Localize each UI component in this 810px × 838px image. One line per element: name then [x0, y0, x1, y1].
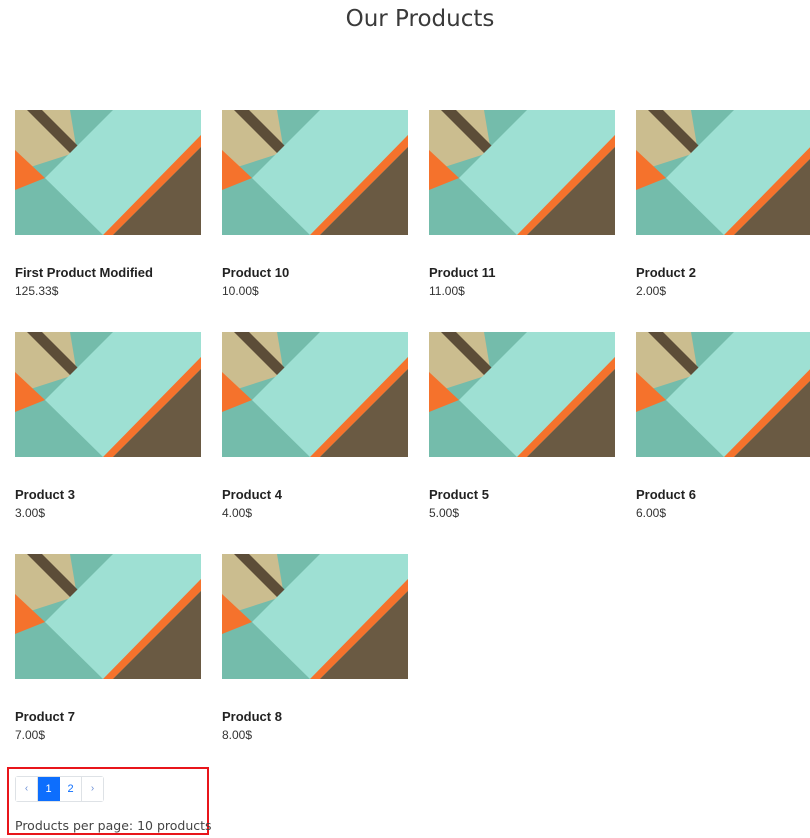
product-name[interactable]: Product 2 — [636, 265, 810, 280]
product-image[interactable] — [15, 332, 201, 457]
product-card[interactable]: Product 7 7.00$ — [15, 554, 201, 742]
pagination-page-2-button[interactable]: 2 — [60, 777, 82, 801]
product-name[interactable]: Product 5 — [429, 487, 615, 502]
product-image[interactable] — [222, 110, 408, 235]
product-image[interactable] — [222, 554, 408, 679]
product-card[interactable]: Product 10 10.00$ — [222, 110, 408, 298]
product-name[interactable]: Product 8 — [222, 709, 408, 724]
pagination-next-button[interactable]: › — [82, 777, 103, 801]
products-per-page-text: Products per page: 10 products — [15, 818, 212, 833]
product-name[interactable]: Product 10 — [222, 265, 408, 280]
product-price: 4.00$ — [222, 506, 253, 520]
pagination-page-1-button[interactable]: 1 — [38, 777, 60, 801]
product-price: 125.33$ — [15, 284, 59, 298]
pagination: ‹ 1 2 › — [15, 776, 104, 802]
product-image[interactable] — [15, 554, 201, 679]
product-name[interactable]: Product 3 — [15, 487, 201, 502]
product-card[interactable]: First Product Modified 125.33$ — [15, 110, 201, 298]
product-price: 7.00$ — [15, 728, 46, 742]
product-price: 3.00$ — [15, 506, 46, 520]
product-card[interactable]: Product 5 5.00$ — [429, 332, 615, 520]
product-price: 6.00$ — [636, 506, 667, 520]
product-image[interactable] — [222, 332, 408, 457]
product-card[interactable]: Product 11 11.00$ — [429, 110, 615, 298]
product-name[interactable]: Product 7 — [15, 709, 201, 724]
product-card[interactable]: Product 4 4.00$ — [222, 332, 408, 520]
product-price: 2.00$ — [636, 284, 667, 298]
product-name[interactable]: First Product Modified — [15, 265, 201, 280]
product-image[interactable] — [15, 110, 201, 235]
product-card[interactable]: Product 3 3.00$ — [15, 332, 201, 520]
product-image[interactable] — [429, 332, 615, 457]
product-card[interactable]: Product 2 2.00$ — [636, 110, 810, 298]
product-card[interactable]: Product 6 6.00$ — [636, 332, 810, 520]
product-price: 8.00$ — [222, 728, 253, 742]
product-card[interactable]: Product 8 8.00$ — [222, 554, 408, 742]
product-price: 5.00$ — [429, 506, 460, 520]
product-price: 11.00$ — [429, 284, 465, 298]
page-title: Our Products — [345, 6, 495, 32]
product-image[interactable] — [636, 110, 810, 235]
product-image[interactable] — [429, 110, 615, 235]
product-image[interactable] — [636, 332, 810, 457]
product-name[interactable]: Product 6 — [636, 487, 810, 502]
product-name[interactable]: Product 4 — [222, 487, 408, 502]
product-price: 10.00$ — [222, 284, 259, 298]
pagination-prev-button[interactable]: ‹ — [16, 777, 38, 801]
product-name[interactable]: Product 11 — [429, 265, 615, 280]
